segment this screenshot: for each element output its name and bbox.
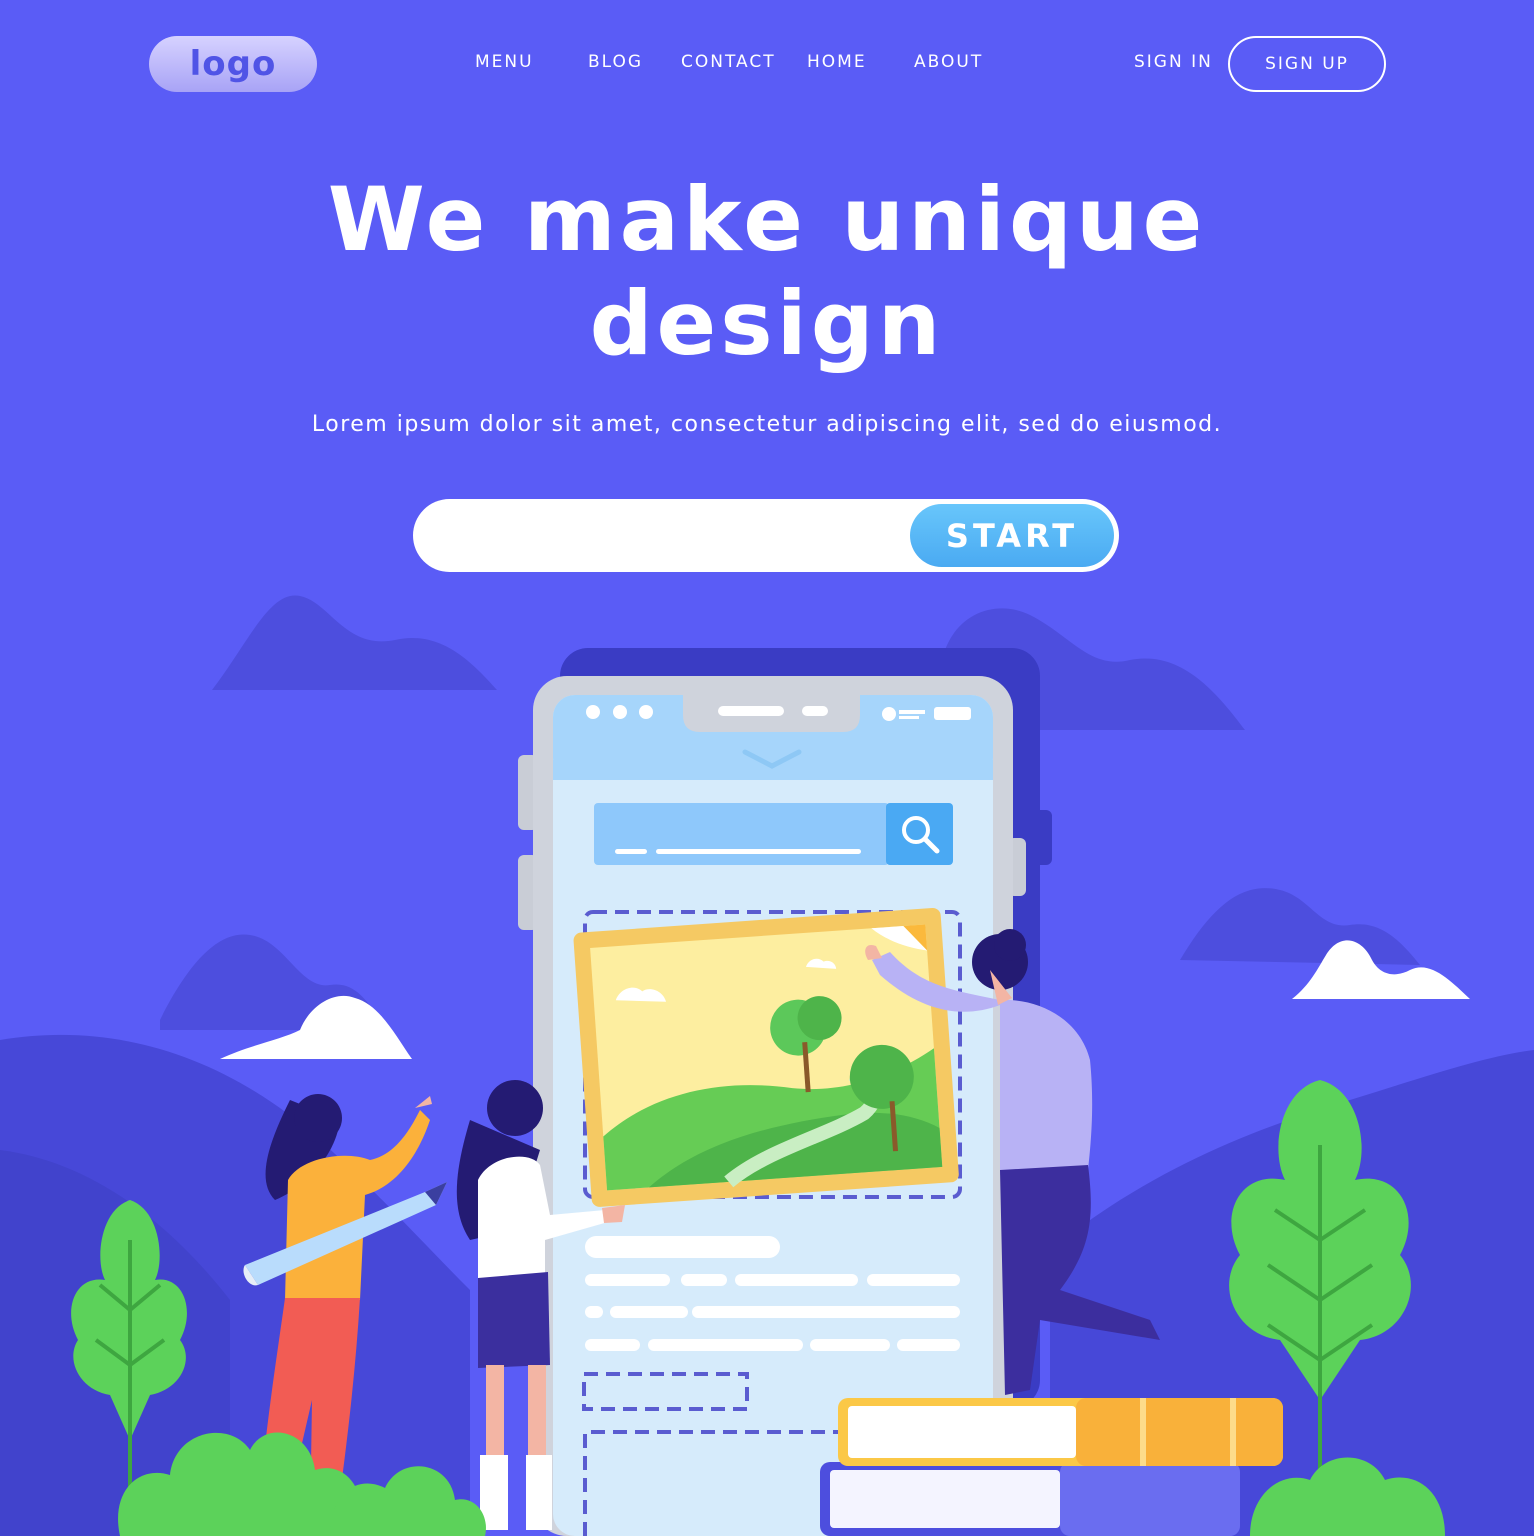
nav-contact[interactable]: CONTACT [681, 52, 776, 76]
nav-home[interactable]: HOME [807, 52, 867, 76]
search-icon [902, 816, 940, 854]
nav-about[interactable]: ABOUT [914, 52, 983, 76]
sign-up-button[interactable]: SIGN UP [1228, 36, 1386, 92]
sign-in-link[interactable]: SIGN IN [1134, 52, 1213, 76]
hero-subtitle: Lorem ipsum dolor sit amet, consectetur … [311, 412, 1223, 437]
hero-headline-line1: We make unique [327, 168, 1207, 271]
hero-headline-line2: design [589, 272, 945, 375]
start-button[interactable]: START [910, 504, 1114, 567]
books-stack [820, 1398, 1283, 1536]
phone-shadow-button [1030, 810, 1052, 865]
hero-headline: We make unique design [0, 168, 1534, 376]
picture-frame [573, 907, 959, 1207]
nav-menu[interactable]: MENU [475, 52, 534, 76]
nav-blog[interactable]: BLOG [588, 52, 643, 76]
logo[interactable]: logo [149, 36, 317, 92]
hero-search-input[interactable] [443, 513, 897, 559]
